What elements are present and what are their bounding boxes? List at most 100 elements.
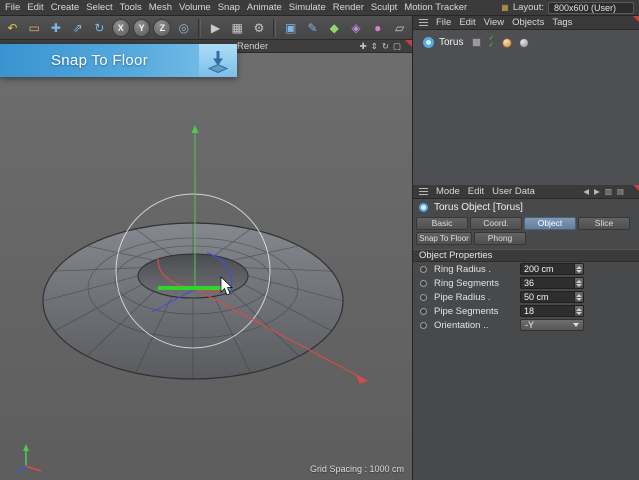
attribute-manager: Mode Edit User Data ◀ ▶ ▥ ▤ Torus Object… xyxy=(413,185,639,480)
tab-phong[interactable]: Phong xyxy=(474,232,526,245)
pipe-radius-field[interactable]: 50 cm xyxy=(520,291,584,303)
tab-coord[interactable]: Coord. xyxy=(470,217,522,230)
zoom-view-icon[interactable]: ⇕ xyxy=(371,41,378,52)
render-picture-viewer-icon[interactable]: ▦ xyxy=(227,17,248,38)
render-settings-icon[interactable]: ⚙ xyxy=(249,17,270,38)
menu-item-snap[interactable]: Snap xyxy=(218,2,240,13)
axis-x-lock-button[interactable]: X xyxy=(112,19,130,37)
selection-frame-icon[interactable]: ▭ xyxy=(24,17,45,38)
snap-to-floor-label: Snap To Floor xyxy=(0,44,199,77)
history-forward-icon[interactable]: ▶ xyxy=(594,187,600,196)
pipe-radius-row: Pipe Radius . 50 cm xyxy=(413,290,639,304)
tab-snap-to-floor[interactable]: Snap To Floor xyxy=(416,232,472,245)
chevron-down-icon xyxy=(573,323,579,327)
om-menu-objects[interactable]: Objects xyxy=(512,17,544,28)
stepper-arrows[interactable] xyxy=(574,278,583,288)
coordinate-system-icon[interactable]: ◎ xyxy=(173,17,194,38)
tab-basic[interactable]: Basic xyxy=(416,217,468,230)
generator-icon[interactable]: ◆ xyxy=(324,17,345,38)
toggle-view-icon[interactable]: ▢ xyxy=(393,41,401,52)
3d-scene[interactable] xyxy=(0,53,412,480)
menu-item-simulate[interactable]: Simulate xyxy=(289,2,326,13)
rotate-tool-icon[interactable]: ↻ xyxy=(89,17,110,38)
right-panel: File Edit View Objects Tags Torus ✓ ✓ xyxy=(412,16,639,480)
menu-item-mesh[interactable]: Mesh xyxy=(149,2,172,13)
menu-item-create[interactable]: Create xyxy=(51,2,80,13)
deformer-icon[interactable]: ◈ xyxy=(346,17,367,38)
render-view-icon[interactable]: ▶ xyxy=(205,17,226,38)
menu-item-sculpt[interactable]: Sculpt xyxy=(371,2,397,13)
panel-corner-handle[interactable] xyxy=(633,16,639,23)
move-tool-icon[interactable]: ✚ xyxy=(46,17,67,38)
stepper-arrows[interactable] xyxy=(574,306,583,316)
layout-select[interactable]: 800x600 (User) xyxy=(548,2,634,14)
history-back-icon[interactable]: ◀ xyxy=(583,187,589,196)
rotate-view-icon[interactable]: ↻ xyxy=(382,41,389,52)
torus-object[interactable] xyxy=(43,223,343,379)
menu-item-file[interactable]: File xyxy=(5,2,20,13)
am-menu-mode[interactable]: Mode xyxy=(436,186,460,197)
property-label: Orientation .. xyxy=(434,320,520,331)
layer-icon[interactable] xyxy=(472,38,481,47)
visibility-toggles[interactable]: ✓ ✓ xyxy=(488,36,494,49)
property-label: Pipe Radius . xyxy=(434,292,520,303)
menu-item-motion-tracker[interactable]: Motion Tracker xyxy=(404,2,467,13)
attribute-manager-header: Mode Edit User Data ◀ ▶ ▥ ▤ xyxy=(413,185,639,199)
menu-item-render[interactable]: Render xyxy=(333,2,364,13)
layout-switcher: ▦ Layout: 800x600 (User) xyxy=(501,2,634,14)
object-name[interactable]: Torus xyxy=(439,37,463,48)
tab-slice[interactable]: Slice xyxy=(578,217,630,230)
torus-object-icon xyxy=(419,203,428,212)
animation-dot-icon[interactable] xyxy=(420,280,427,287)
menu-item-animate[interactable]: Animate xyxy=(247,2,282,13)
object-list-item-torus[interactable]: Torus ✓ ✓ xyxy=(413,30,639,49)
grid-spacing-label: Grid Spacing : 1000 cm xyxy=(310,464,404,474)
ring-radius-field[interactable]: 200 cm xyxy=(520,263,584,275)
filter-icon[interactable]: ▥ xyxy=(605,187,612,196)
panel-menu-icon[interactable] xyxy=(419,19,428,26)
panel-menu-icon[interactable] xyxy=(419,188,428,195)
om-menu-view[interactable]: View xyxy=(484,17,504,28)
viewport-panel[interactable]: Render ✚ ⇕ ↻ ▢ xyxy=(0,40,412,480)
am-menu-user-data[interactable]: User Data xyxy=(492,186,535,197)
om-menu-edit[interactable]: Edit xyxy=(459,17,475,28)
tab-object[interactable]: Object xyxy=(524,217,576,230)
object-properties-section-header[interactable]: Object Properties xyxy=(413,249,639,262)
animation-dot-icon[interactable] xyxy=(420,308,427,315)
menu-item-edit[interactable]: Edit xyxy=(27,2,43,13)
axis-z-lock-button[interactable]: Z xyxy=(153,19,171,37)
phong-tag-icon[interactable] xyxy=(502,38,512,48)
enabled-check-icon[interactable]: ✓ xyxy=(488,43,494,50)
pan-view-icon[interactable]: ✚ xyxy=(360,41,367,52)
stepper-arrows[interactable] xyxy=(574,292,583,302)
om-menu-file[interactable]: File xyxy=(436,17,451,28)
spline-pen-icon[interactable]: ✎ xyxy=(302,17,323,38)
orientation-dropdown[interactable]: -Y xyxy=(520,319,584,331)
stepper-arrows[interactable] xyxy=(574,264,583,274)
layout-label: Layout: xyxy=(513,2,544,13)
panel-icon[interactable]: ▤ xyxy=(617,187,624,196)
field-value: 50 cm xyxy=(521,292,574,302)
menu-item-select[interactable]: Select xyxy=(86,2,112,13)
property-label: Ring Radius . xyxy=(434,264,520,275)
object-tag-icon[interactable] xyxy=(519,38,529,48)
add-primitive-icon[interactable]: ▣ xyxy=(280,17,301,38)
undo-icon[interactable]: ↶ xyxy=(2,17,23,38)
attribute-tabs-row2: Snap To Floor Phong xyxy=(413,231,639,246)
animation-dot-icon[interactable] xyxy=(420,266,427,273)
om-menu-tags[interactable]: Tags xyxy=(552,17,572,28)
am-menu-edit[interactable]: Edit xyxy=(468,186,484,197)
pipe-segments-field[interactable]: 18 xyxy=(520,305,584,317)
animation-dot-icon[interactable] xyxy=(420,294,427,301)
panel-corner-handle[interactable] xyxy=(633,185,639,192)
menu-item-volume[interactable]: Volume xyxy=(179,2,211,13)
material-sphere-icon[interactable]: ● xyxy=(367,17,388,38)
animation-dot-icon[interactable] xyxy=(420,322,427,329)
scale-tool-icon[interactable]: ⇗ xyxy=(67,17,88,38)
menu-item-tools[interactable]: Tools xyxy=(120,2,142,13)
environment-floor-icon[interactable]: ▱ xyxy=(389,17,410,38)
ring-segments-field[interactable]: 36 xyxy=(520,277,584,289)
viewport-menu-render[interactable]: Render xyxy=(237,41,268,52)
panel-corner-handle[interactable] xyxy=(405,40,412,47)
axis-y-lock-button[interactable]: Y xyxy=(133,19,151,37)
